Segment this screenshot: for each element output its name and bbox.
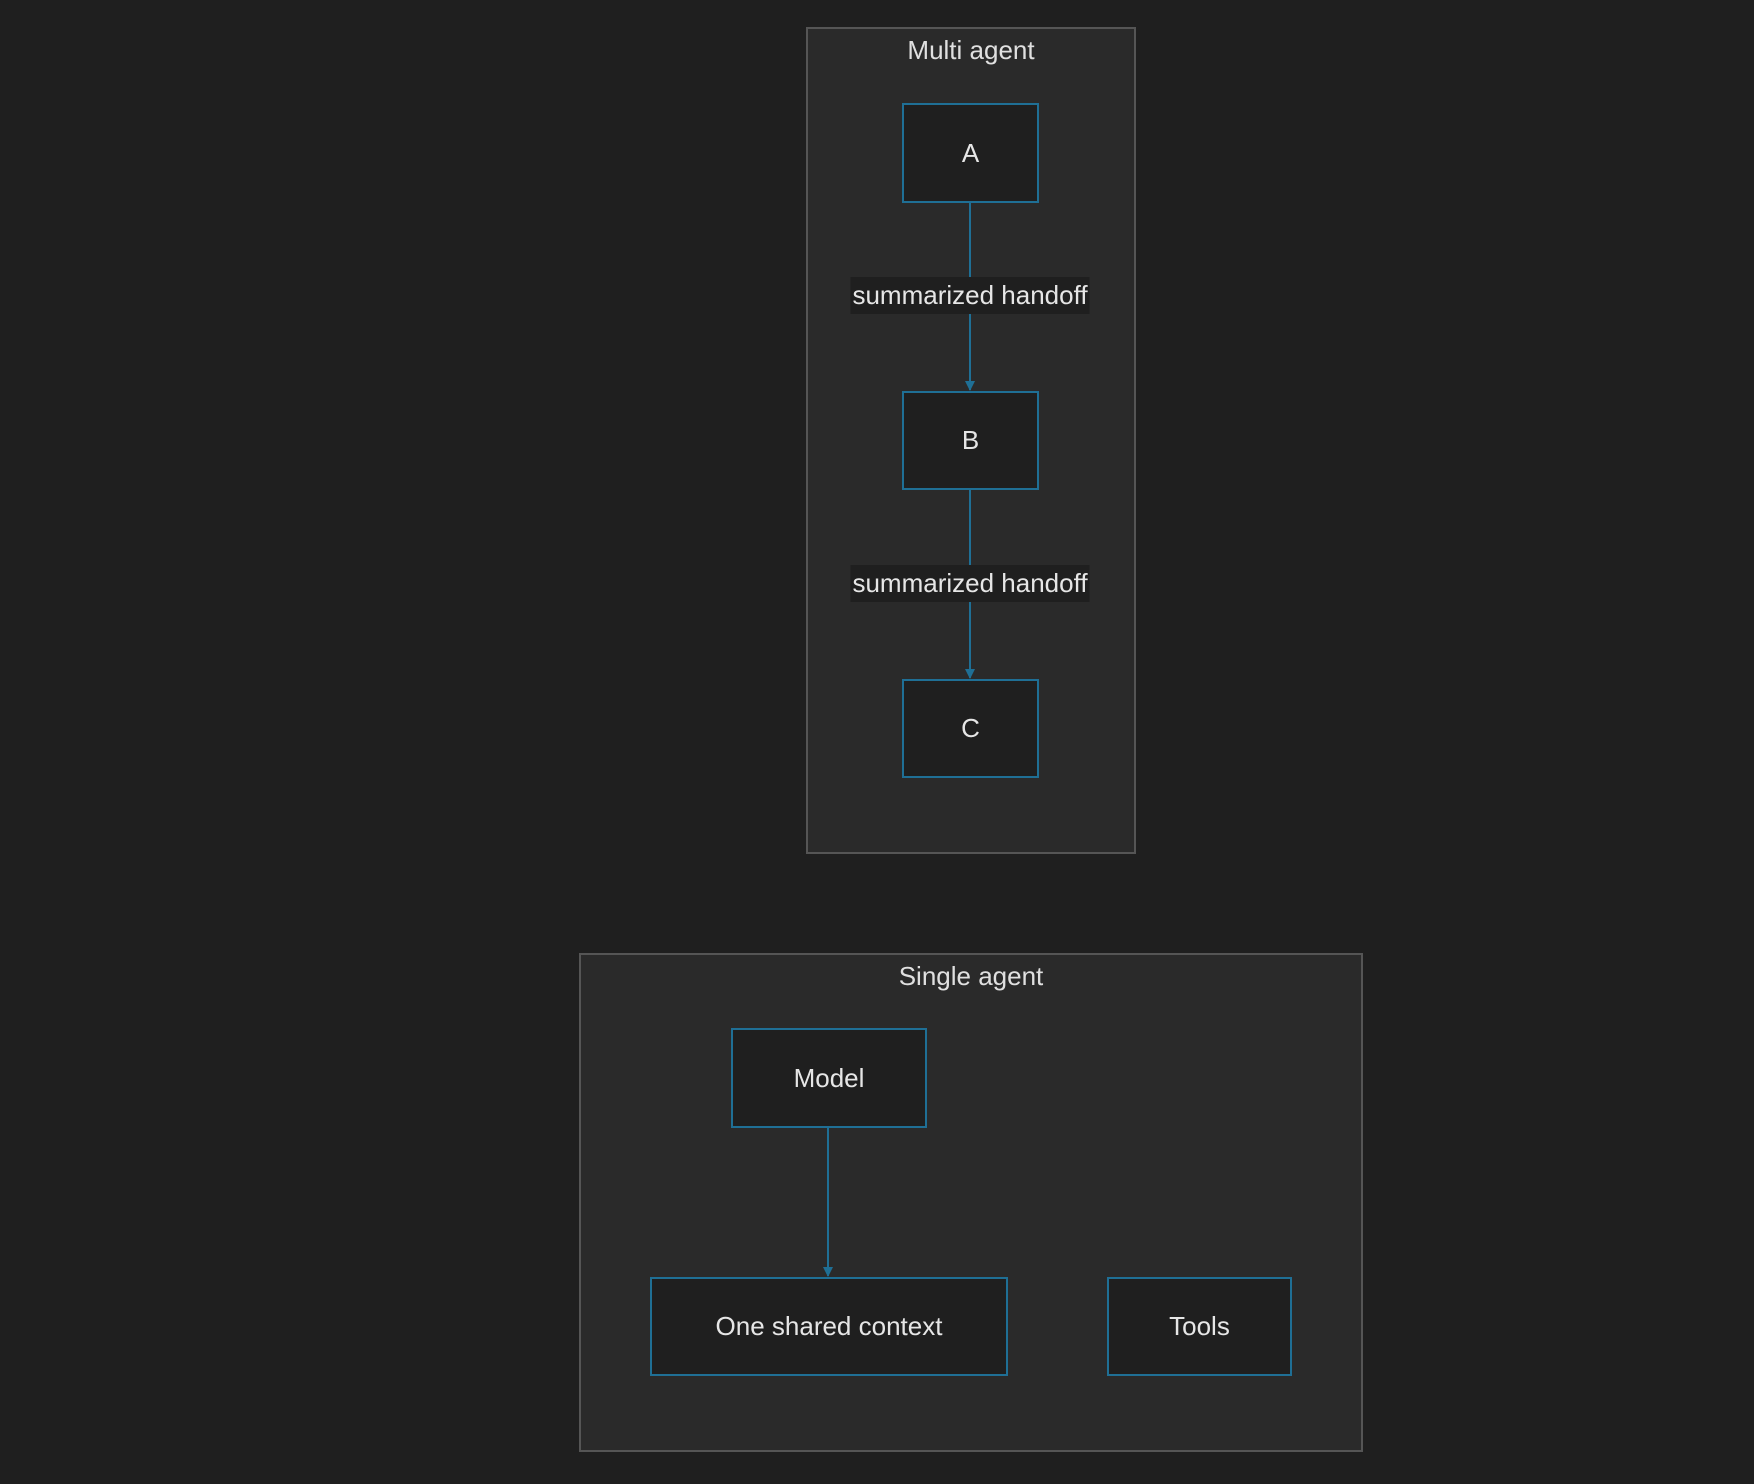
cluster-single-agent: Single agent: [579, 953, 1363, 1452]
cluster-single-agent-title: Single agent: [898, 961, 1044, 991]
node-tools: Tools: [1107, 1277, 1292, 1376]
node-a: A: [902, 103, 1039, 203]
node-c: C: [902, 679, 1039, 778]
node-shared-context: One shared context: [650, 1277, 1008, 1376]
edge-label-b-c: summarized handoff: [850, 565, 1090, 602]
node-b: B: [902, 391, 1039, 490]
diagram-canvas: Multi agent Single agent summarized hand…: [0, 0, 1754, 1484]
cluster-multi-agent-title: Multi agent: [907, 35, 1035, 65]
node-model: Model: [731, 1028, 927, 1128]
edge-label-a-b: summarized handoff: [850, 277, 1090, 314]
